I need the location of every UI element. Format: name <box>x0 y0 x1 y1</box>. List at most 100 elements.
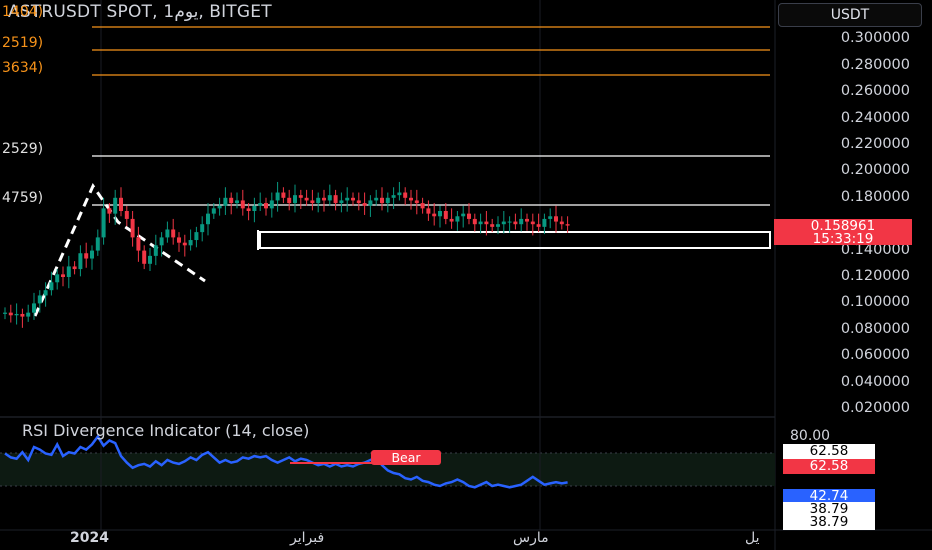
price-tick: 0.100000 <box>840 294 910 311</box>
currency-selector[interactable]: USDT <box>778 3 922 27</box>
candle-body <box>559 221 564 225</box>
candle-body <box>420 203 425 209</box>
candle-body <box>3 312 7 314</box>
price-tick: 0.280000 <box>840 56 910 73</box>
candle-body <box>124 211 129 219</box>
candle-body <box>345 197 350 201</box>
price-tick: 0.200000 <box>840 162 910 179</box>
candle-body <box>14 313 19 316</box>
candle-body <box>449 218 454 222</box>
candle-body <box>223 197 228 206</box>
candle-body <box>113 197 118 214</box>
candle-body <box>484 221 489 225</box>
candle-body <box>293 195 297 204</box>
bar-countdown: 15:33:19 <box>812 231 874 247</box>
candle-body <box>507 221 512 223</box>
price-tick: 0.220000 <box>840 136 910 152</box>
candle-body <box>159 237 164 246</box>
price-tick: 0.080000 <box>840 320 910 337</box>
price-tick: 0.040000 <box>840 373 910 390</box>
candle-body <box>490 224 495 227</box>
candle-body <box>322 197 326 201</box>
candle-body <box>43 290 48 296</box>
candle-body <box>107 208 112 214</box>
candle-body <box>414 200 419 204</box>
candle-body <box>530 221 535 225</box>
price-tick: 0.120000 <box>840 268 910 284</box>
candle-body <box>188 240 193 246</box>
candle-body <box>252 205 257 211</box>
candle-body <box>380 197 384 204</box>
time-label-mar: مارس <box>513 530 549 546</box>
candle-body <box>356 200 361 204</box>
price-tick: 0.060000 <box>840 347 910 364</box>
time-label-apr: يل <box>745 530 760 546</box>
candle-body <box>409 197 413 201</box>
candle-body <box>194 232 199 241</box>
chart-symbol-title[interactable]: ASTRUSDT SPOT, 1يوم, BITGET <box>8 2 272 22</box>
candle-body <box>525 218 529 222</box>
level-label-2: 2519) <box>2 35 44 51</box>
candle-body <box>217 205 222 209</box>
candle-body <box>403 192 408 198</box>
candle-body <box>84 253 89 259</box>
rsi-top-tick: 80.00 <box>790 428 831 444</box>
candle-body <box>269 200 274 209</box>
candle-body <box>443 211 448 219</box>
candle-body <box>554 216 558 222</box>
price-tick: 0.180000 <box>840 188 910 205</box>
candle-body <box>472 218 477 225</box>
level-label-1: 1404) <box>2 4 44 20</box>
price-tick: 0.240000 <box>840 109 910 126</box>
candle-body <box>240 200 245 209</box>
candle-body <box>548 216 553 219</box>
candle-body <box>281 192 286 198</box>
candle-body <box>78 253 83 270</box>
candle-body <box>246 208 251 211</box>
candle-body <box>339 200 344 204</box>
price-tick: 0.260000 <box>840 83 910 100</box>
candle-body <box>66 266 71 277</box>
candle-body <box>49 282 54 291</box>
candle-body <box>32 303 36 313</box>
candle-body <box>171 229 176 238</box>
candle-body <box>327 195 332 201</box>
level-label-4: 2529) <box>2 141 44 157</box>
candle-body <box>501 221 506 225</box>
candle-body <box>304 197 309 201</box>
candle-body <box>264 203 268 209</box>
candle-body <box>438 211 442 217</box>
candle-body <box>136 237 141 251</box>
candle-body <box>61 274 65 277</box>
candle-body <box>101 208 106 238</box>
candle-body <box>565 224 570 226</box>
candle-body <box>536 224 541 227</box>
current-price-badge: 0.158961 15:33:19 <box>774 219 912 247</box>
candle-body <box>298 195 303 198</box>
candle-body <box>8 312 13 316</box>
candle-body <box>26 312 31 317</box>
candle-body <box>235 200 239 204</box>
candle-body <box>130 218 135 238</box>
candle-body <box>542 218 547 227</box>
candle-body <box>153 245 158 256</box>
candle-body <box>211 208 216 214</box>
candle-body <box>55 274 60 283</box>
rsi-tag-1: 62.58 <box>783 444 875 459</box>
candle-body <box>95 237 100 251</box>
candle-body <box>385 197 390 204</box>
candle-body <box>142 250 147 264</box>
candle-body <box>362 203 367 206</box>
candle-body <box>467 213 471 219</box>
candle-body <box>333 195 338 204</box>
candle-body <box>200 224 205 233</box>
candle-body <box>397 192 402 196</box>
candle-body <box>496 224 500 227</box>
candle-body <box>90 250 94 259</box>
candle-body <box>165 229 170 238</box>
candle-body <box>229 197 234 204</box>
rsi-indicator-title[interactable]: RSI Divergence Indicator (14, close) <box>22 421 309 440</box>
candle-body <box>148 255 152 264</box>
candle-body <box>391 195 396 198</box>
time-label-2024: 2024 <box>70 530 109 546</box>
